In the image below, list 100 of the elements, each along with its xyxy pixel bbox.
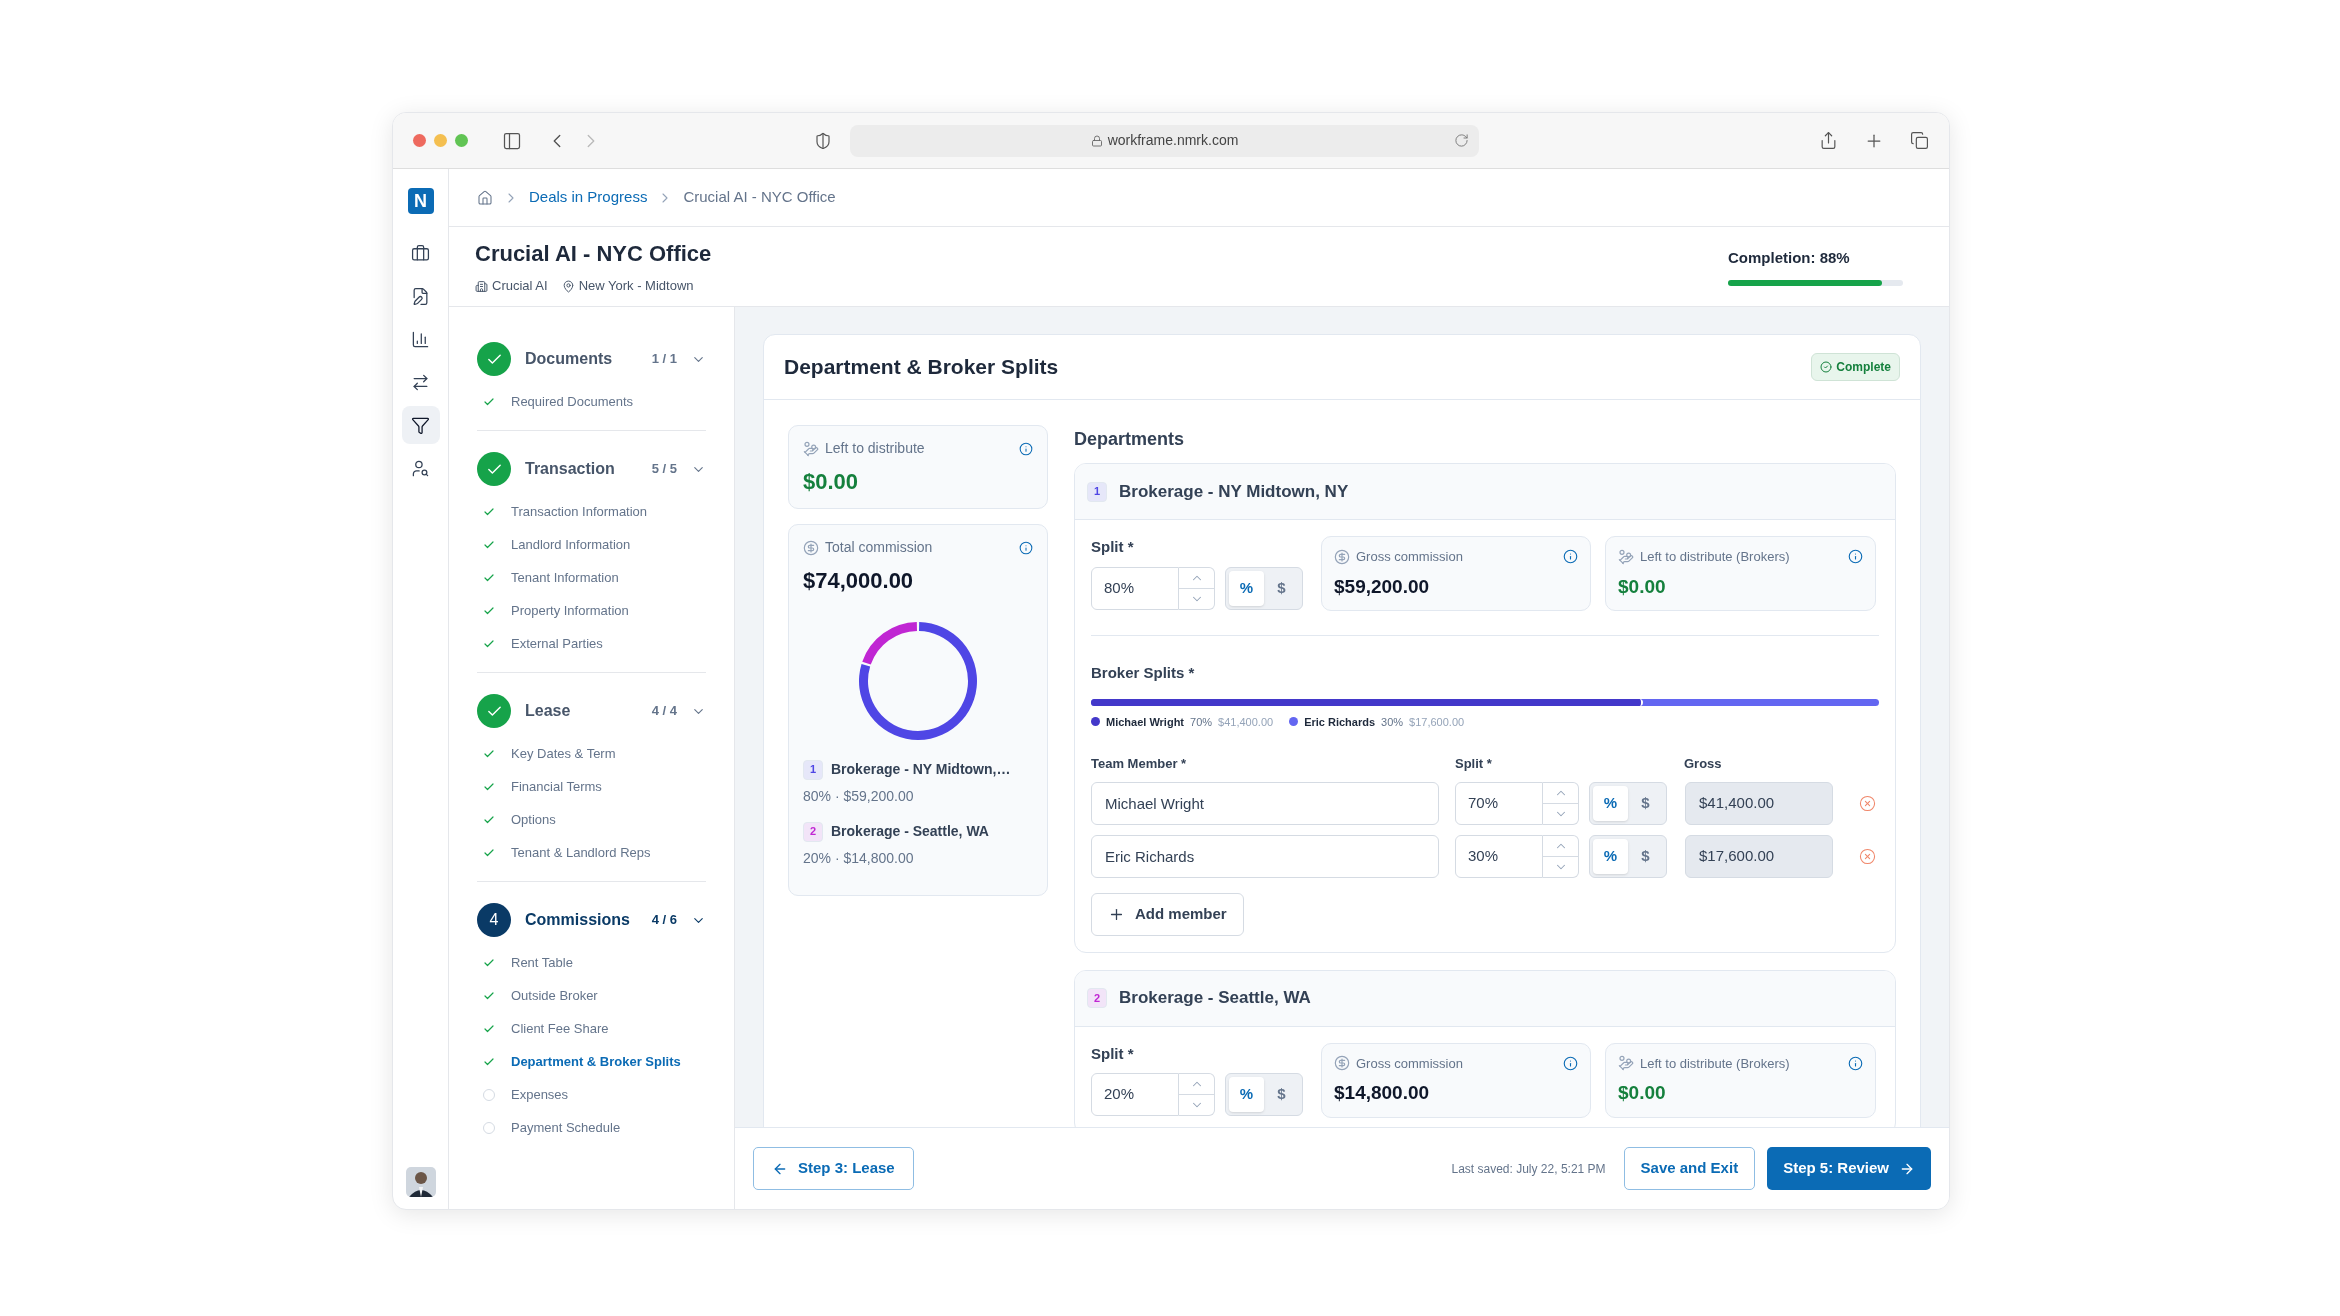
- step-item-link[interactable]: Options: [511, 809, 556, 830]
- step-title[interactable]: Transaction: [525, 457, 638, 481]
- department-name: Brokerage - Seattle, WA: [1119, 987, 1311, 1010]
- unit-option[interactable]: $: [1264, 570, 1299, 606]
- transfer-arrows-icon: [411, 372, 430, 392]
- stat-label: Gross commission: [1356, 548, 1463, 566]
- breadcrumb-link[interactable]: Deals in Progress: [529, 186, 648, 209]
- step-item-link[interactable]: Expenses: [511, 1084, 569, 1105]
- deal-title: Crucial AI - NYC Office: [475, 240, 712, 269]
- step-item-link[interactable]: Property Information: [511, 600, 629, 621]
- info-icon[interactable]: [1848, 1055, 1863, 1071]
- unit-option[interactable]: %: [1229, 1077, 1264, 1112]
- team-member-field[interactable]: Eric Richards: [1091, 834, 1439, 878]
- split-input[interactable]: 70%: [1455, 781, 1543, 825]
- department-name: Brokerage - NY Midtown, NY: [1119, 480, 1349, 503]
- step-item-link[interactable]: Transaction Information: [511, 501, 648, 522]
- departments-heading: Departments: [1074, 428, 1186, 451]
- step-item-link[interactable]: Tenant & Landlord Reps: [511, 842, 651, 863]
- unit-option[interactable]: $: [1628, 785, 1663, 821]
- last-saved-text: Last saved: July 22, 5:21 PM: [1451, 1160, 1606, 1178]
- step-title[interactable]: Commissions: [525, 908, 638, 932]
- legend-name: Eric Richards: [1304, 714, 1376, 730]
- number-badge: 1: [803, 759, 823, 780]
- user-avatar[interactable]: [405, 1167, 436, 1197]
- hand-coins-icon: [1618, 548, 1634, 565]
- filter-icon: [411, 415, 430, 435]
- step-item-link[interactable]: Department & Broker Splits: [511, 1051, 681, 1072]
- status-badge: Complete: [1811, 353, 1900, 381]
- unit-option[interactable]: %: [1593, 838, 1628, 874]
- info-icon[interactable]: [1563, 1055, 1578, 1071]
- summary-value: $0.00: [803, 468, 860, 496]
- back-step-button[interactable]: Step 3: Lease: [753, 1147, 914, 1190]
- briefcase-icon: [411, 243, 430, 263]
- info-icon[interactable]: [1019, 540, 1033, 555]
- url-text: workframe.nmrk.com: [1107, 131, 1239, 150]
- share-icon[interactable]: [1819, 131, 1838, 150]
- app-logo[interactable]: N: [407, 188, 434, 214]
- step-item-link[interactable]: Key Dates & Term: [511, 743, 616, 764]
- user-search-icon: [411, 458, 430, 478]
- step-count: 4 / 6: [651, 911, 677, 930]
- nav-rail-button[interactable]: [401, 406, 440, 444]
- step-item-link[interactable]: Landlord Information: [511, 534, 631, 555]
- reload-icon[interactable]: [1454, 132, 1469, 148]
- step-item-link[interactable]: Required Documents: [511, 391, 634, 412]
- info-icon[interactable]: [1019, 441, 1033, 456]
- stat-value: $14,800.00: [1334, 1081, 1431, 1105]
- home-icon[interactable]: [477, 189, 493, 206]
- legend-name: Michael Wright: [1106, 714, 1185, 730]
- legend-amount: $41,400.00: [1218, 714, 1274, 730]
- info-icon[interactable]: [1563, 549, 1578, 565]
- step-item-link[interactable]: Financial Terms: [511, 776, 602, 797]
- section-title: Department & Broker Splits: [784, 354, 1060, 381]
- step-title[interactable]: Lease: [525, 699, 638, 723]
- unit-option[interactable]: %: [1593, 785, 1628, 821]
- legend-split: 30%: [1381, 714, 1404, 730]
- step-item-link[interactable]: Outside Broker: [511, 985, 598, 1006]
- unit-option[interactable]: $: [1628, 838, 1663, 874]
- step-count: 5 / 5: [651, 460, 677, 479]
- next-step-button[interactable]: Step 5: Review: [1767, 1147, 1931, 1190]
- stat-value: $0.00: [1618, 574, 1667, 599]
- shield-icon[interactable]: [814, 131, 832, 150]
- team-member-field[interactable]: Michael Wright: [1091, 781, 1439, 825]
- step-count: 4 / 4: [651, 702, 677, 721]
- department-detail: 20% · $14,800.00: [803, 849, 915, 868]
- completion-label: Completion: 88%: [1728, 248, 1851, 269]
- split-input[interactable]: 20%: [1091, 1073, 1179, 1116]
- step-item-link[interactable]: Client Fee Share: [511, 1018, 609, 1039]
- sidebar-toggle-icon[interactable]: [502, 130, 522, 151]
- number-badge: 2: [1087, 988, 1107, 1008]
- step-title[interactable]: Documents: [525, 347, 638, 371]
- gross-amount-display: $41,400.00: [1685, 781, 1833, 825]
- dollar-icon: [1334, 548, 1350, 565]
- info-icon[interactable]: [1848, 549, 1863, 565]
- lock-icon: [1090, 134, 1103, 147]
- step-item-link[interactable]: Rent Table: [511, 952, 573, 973]
- summary-value: $74,000.00: [803, 567, 915, 595]
- tabs-overview-icon[interactable]: [1910, 131, 1929, 150]
- gross-amount-display: $17,600.00: [1685, 834, 1833, 878]
- step-item-link[interactable]: Payment Schedule: [511, 1117, 621, 1138]
- building-icon: [475, 279, 488, 293]
- stat-label: Left to distribute (Brokers): [1640, 548, 1790, 566]
- step-item-link[interactable]: External Parties: [511, 633, 603, 654]
- add-member-button[interactable]: Add member: [1091, 892, 1244, 936]
- remove-icon[interactable]: [1859, 794, 1876, 812]
- remove-icon[interactable]: [1859, 847, 1876, 865]
- address-bar[interactable]: workframe.nmrk.com: [850, 124, 1479, 157]
- number-badge: 1: [1087, 481, 1107, 502]
- step-item-link[interactable]: Tenant Information: [511, 567, 619, 588]
- stat-value: $0.00: [1618, 1081, 1667, 1105]
- summary-label: Total commission: [825, 538, 934, 557]
- unit-option[interactable]: %: [1229, 570, 1264, 606]
- save-and-exit-button[interactable]: Save and Exit: [1623, 1147, 1756, 1190]
- bar-chart-icon: [411, 329, 430, 349]
- summary-label: Left to distribute: [825, 439, 926, 458]
- unit-option[interactable]: $: [1264, 1077, 1299, 1112]
- dollar-icon: [803, 539, 819, 556]
- split-input[interactable]: 30%: [1455, 834, 1543, 878]
- hand-coins-icon: [1618, 1055, 1634, 1072]
- split-input[interactable]: 80%: [1091, 566, 1179, 610]
- map-pin-icon: [561, 279, 575, 293]
